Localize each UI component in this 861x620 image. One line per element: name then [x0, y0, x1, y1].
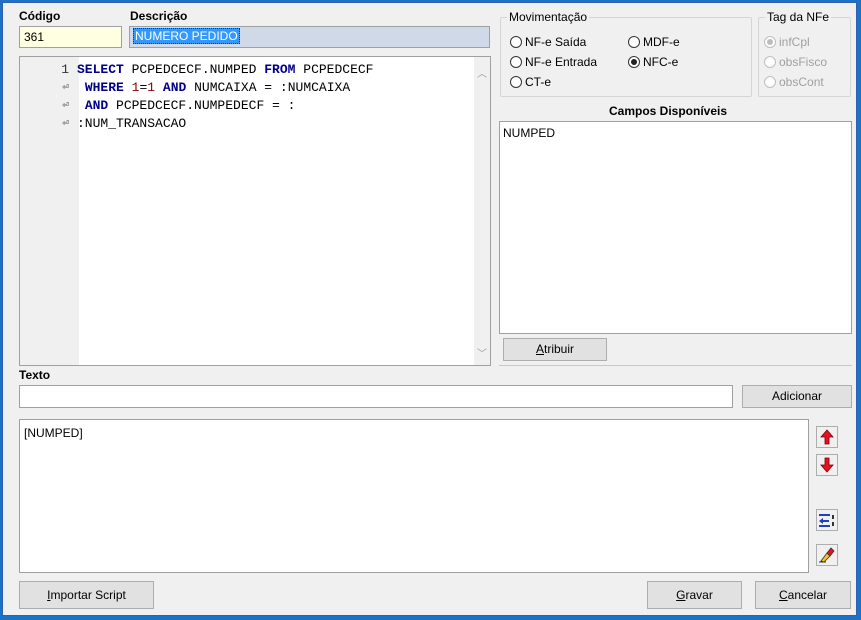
- line-number: 1: [61, 62, 69, 77]
- arrow-up-icon: [820, 429, 834, 445]
- radio-circle-icon: [510, 36, 522, 48]
- dialog-window: Código 361 Descrição NUMERO PEDIDO 1 SELE…: [2, 2, 857, 616]
- cancelar-button[interactable]: Cancelar: [755, 581, 851, 609]
- campos-list[interactable]: NUMPED: [499, 121, 852, 334]
- word-wrap-icon: ⏎: [62, 118, 69, 130]
- insert-arrow-icon: [819, 514, 834, 527]
- radio-circle-icon: [764, 76, 776, 88]
- campos-item-numped[interactable]: NUMPED: [503, 126, 848, 140]
- sql-line-text: SELECT PCPEDCECF.NUMPED FROM PCPEDCECF: [77, 62, 374, 77]
- radio-checked-icon: [764, 36, 776, 48]
- texto-label: Texto: [19, 368, 51, 382]
- scroll-up-icon[interactable]: ︿: [477, 65, 487, 80]
- radio-nfe-saida[interactable]: NF-e Saída: [510, 35, 586, 49]
- descricao-label: Descrição: [130, 9, 188, 23]
- atribuir-button[interactable]: Atribuir: [503, 338, 607, 361]
- gravar-button[interactable]: Gravar: [647, 581, 742, 609]
- arrow-down-icon: [820, 457, 834, 473]
- sql-line: ⏎ AND PCPEDCECF.NUMPEDECF = :: [20, 97, 475, 115]
- editor-scrollbar[interactable]: ︿ ﹀: [474, 57, 490, 365]
- radio-circle-icon: [628, 36, 640, 48]
- output-text: [NUMPED]: [24, 426, 83, 440]
- radio-circle-icon: [510, 76, 522, 88]
- radio-checked-icon: [628, 56, 640, 68]
- campos-title: Campos Disponíveis: [608, 104, 728, 118]
- radio-nfce[interactable]: NFC-e: [628, 55, 678, 69]
- codigo-field[interactable]: 361: [19, 26, 122, 48]
- tag-nfe-title: Tag da NFe: [765, 10, 832, 24]
- codigo-label: Código: [19, 9, 61, 23]
- codigo-value: 361: [24, 30, 45, 44]
- output-text-area[interactable]: [NUMPED]: [19, 419, 809, 573]
- sql-line-text: :NUM_TRANSACAO: [77, 116, 187, 131]
- radio-circle-icon: [764, 56, 776, 68]
- radio-mdfe[interactable]: MDF-e: [628, 35, 680, 49]
- radio-infcpl[interactable]: infCpl: [764, 35, 810, 49]
- sql-line: ⏎ WHERE 1=1 AND NUMCAIXA = :NUMCAIXA: [20, 79, 475, 97]
- sql-line: ⏎ :NUM_TRANSACAO: [20, 115, 475, 133]
- importar-script-button[interactable]: Importar Script: [19, 581, 154, 609]
- radio-nfe-entrada[interactable]: NF-e Entrada: [510, 55, 597, 69]
- divider: [499, 365, 852, 366]
- radio-cte[interactable]: CT-e: [510, 75, 551, 89]
- radio-circle-icon: [510, 56, 522, 68]
- move-up-button[interactable]: [816, 426, 838, 448]
- adicionar-button[interactable]: Adicionar: [742, 385, 852, 408]
- texto-input[interactable]: [19, 385, 733, 408]
- sql-line-text: AND PCPEDCECF.NUMPEDECF = :: [84, 98, 296, 113]
- scroll-down-icon[interactable]: ﹀: [477, 345, 487, 360]
- sql-line-text: WHERE 1=1 AND NUMCAIXA = :NUMCAIXA: [84, 80, 351, 95]
- clear-button[interactable]: [816, 544, 838, 566]
- radio-obsfisco[interactable]: obsFisco: [764, 55, 827, 69]
- move-down-button[interactable]: [816, 454, 838, 476]
- radio-obscont[interactable]: obsCont: [764, 75, 824, 89]
- movimentacao-title: Movimentação: [507, 10, 590, 24]
- descricao-field[interactable]: NUMERO PEDIDO: [129, 26, 490, 48]
- word-wrap-icon: ⏎: [62, 100, 69, 112]
- sql-code-lines: 1 SELECT PCPEDCECF.NUMPED FROM PCPEDCECF ⏎…: [20, 61, 475, 133]
- insert-field-button[interactable]: [816, 509, 838, 531]
- word-wrap-icon: ⏎: [62, 82, 69, 94]
- eraser-icon: [819, 547, 835, 563]
- sql-line: 1 SELECT PCPEDCECF.NUMPED FROM PCPEDCECF: [20, 61, 475, 79]
- sql-editor[interactable]: 1 SELECT PCPEDCECF.NUMPED FROM PCPEDCECF ⏎…: [19, 56, 491, 366]
- descricao-value: NUMERO PEDIDO: [133, 28, 240, 44]
